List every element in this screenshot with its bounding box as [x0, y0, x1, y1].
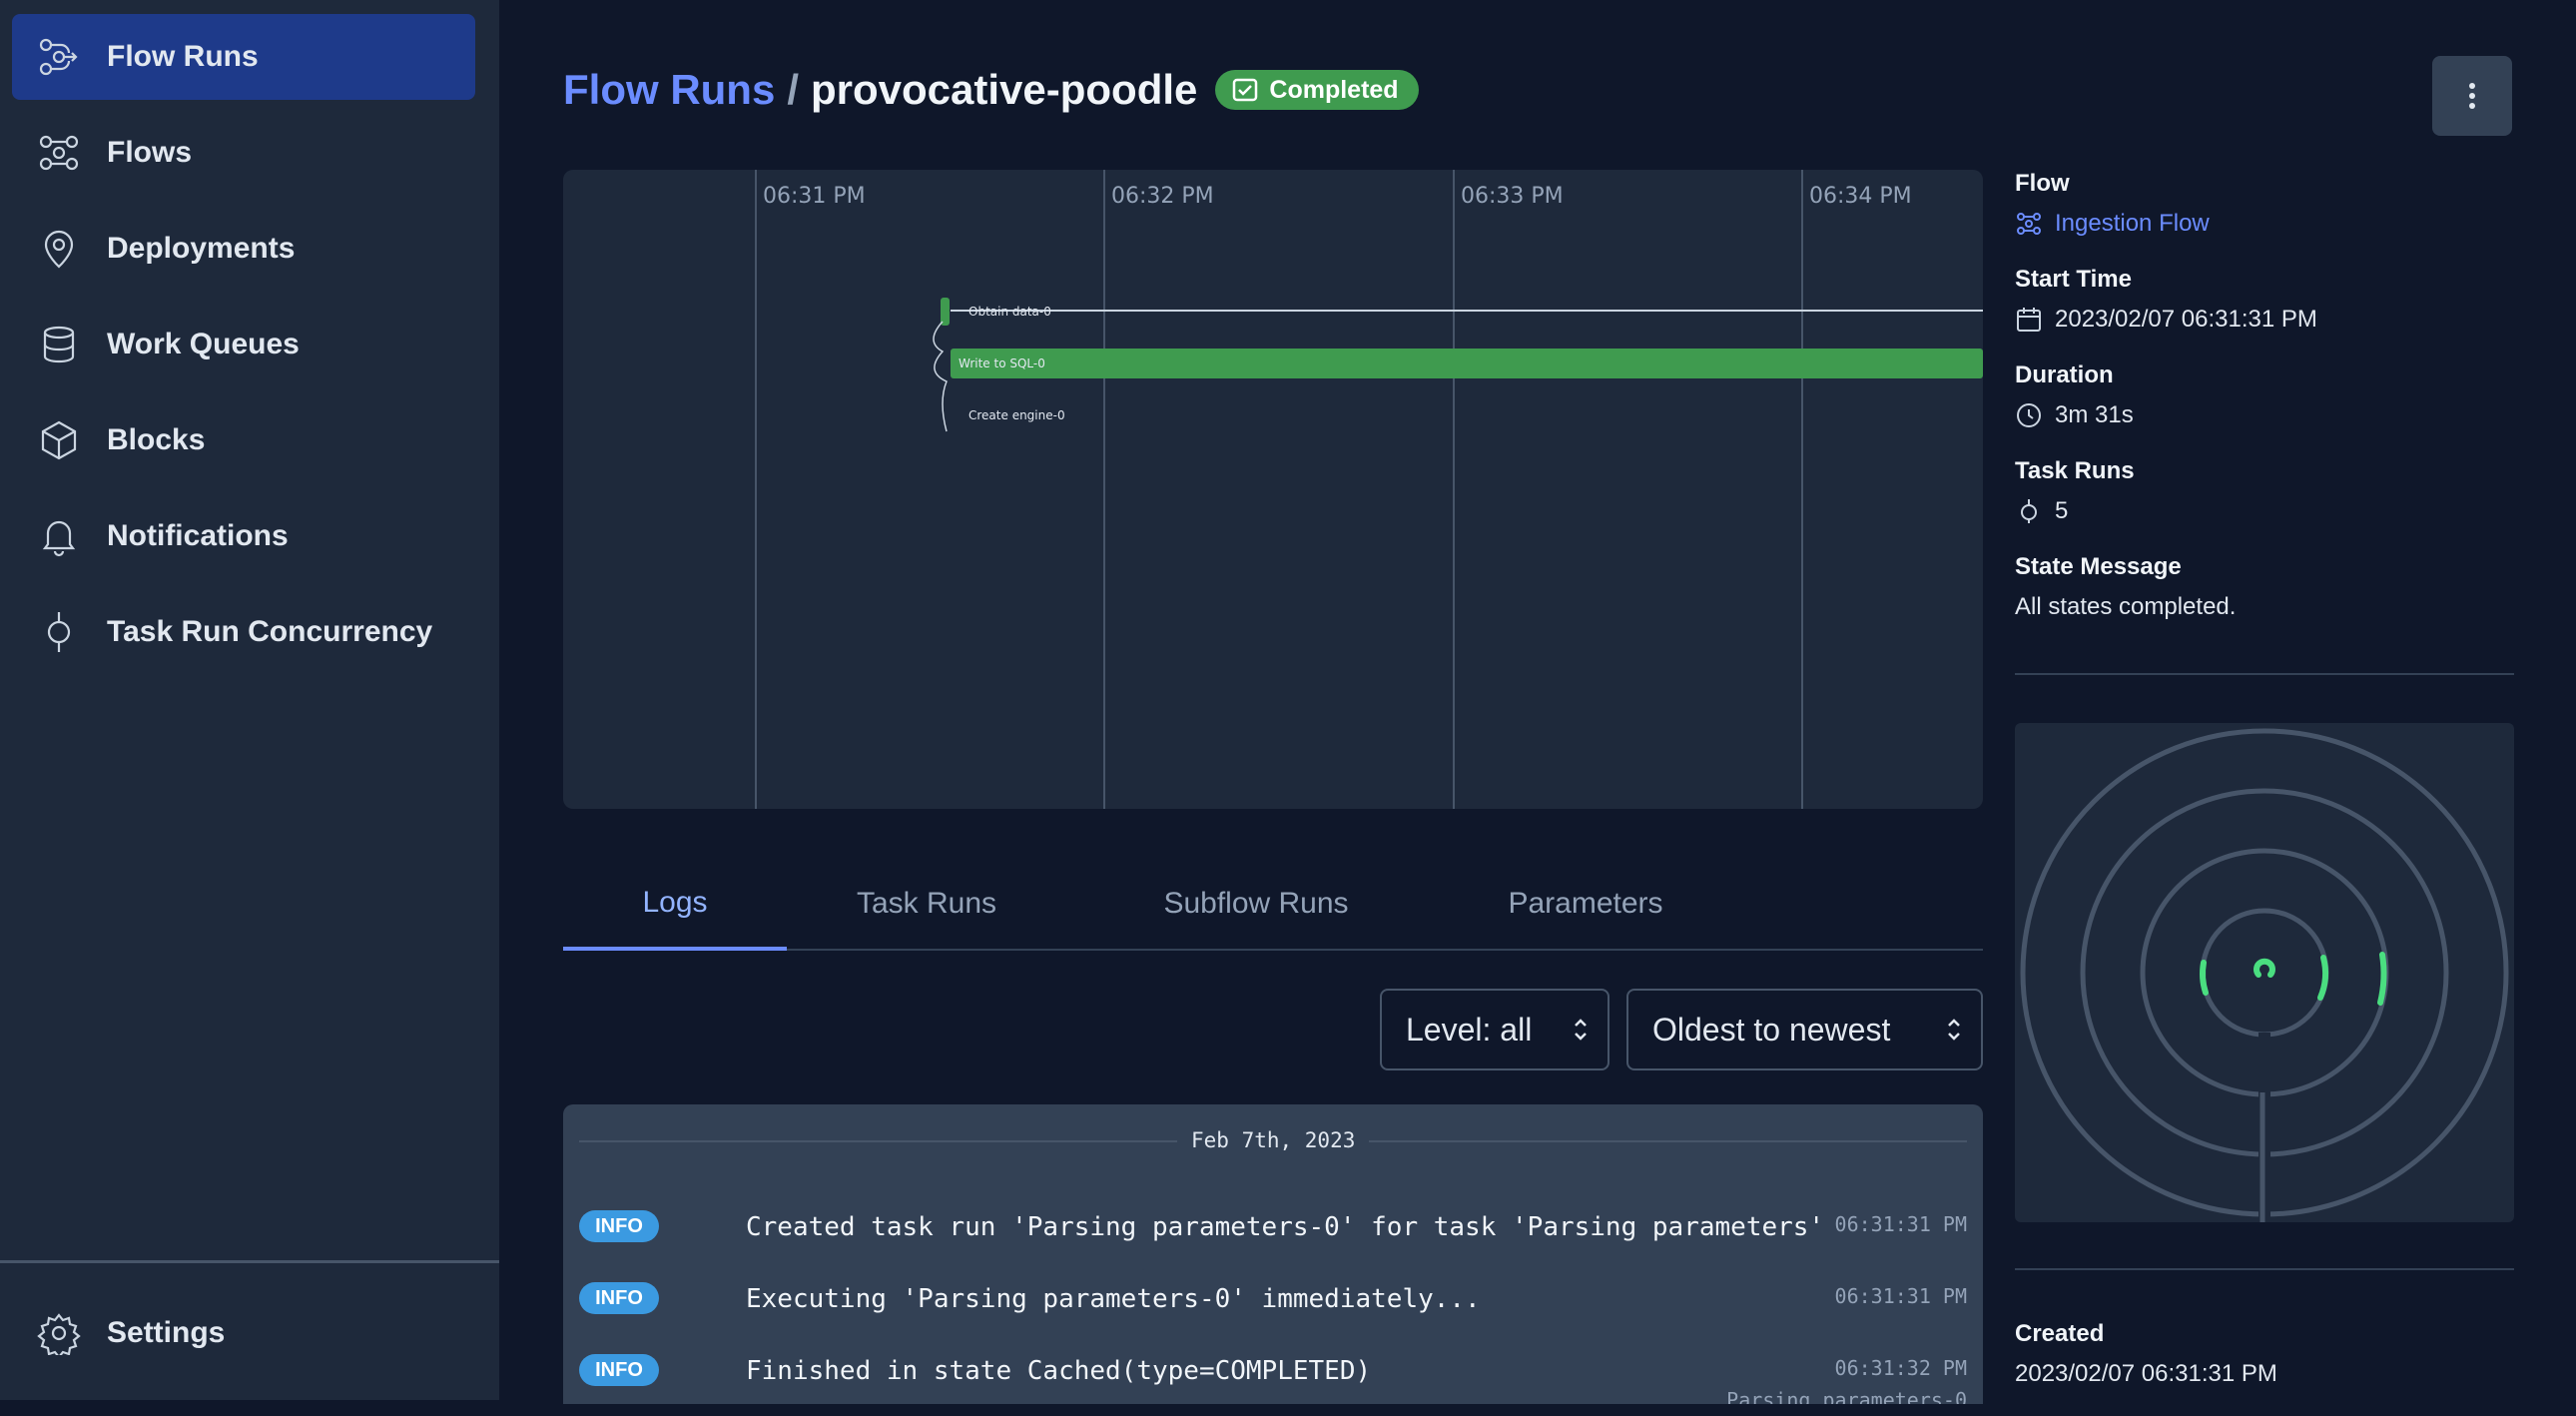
- log-time: 06:31:32 PM: [1834, 1356, 1967, 1380]
- sidebar-item-blocks[interactable]: Blocks: [12, 397, 475, 483]
- status-badge: Completed: [1215, 70, 1419, 110]
- more-vertical-icon: [2469, 83, 2475, 109]
- created-value: 2023/02/07 06:31:31 PM: [2015, 1360, 2277, 1387]
- state-message-value: All states completed.: [2015, 593, 2237, 620]
- timeline-tick: 06:32 PM: [1111, 184, 1214, 209]
- task-runs-value: 5: [2015, 497, 2514, 525]
- log-message: Created task run 'Parsing parameters-0' …: [746, 1212, 1825, 1242]
- breadcrumb-separator: /: [787, 66, 799, 113]
- duration-label: Duration: [2015, 361, 2114, 388]
- sidebar-item-flow-runs[interactable]: Flow Runs: [12, 14, 475, 100]
- start-time-label: Start Time: [2015, 266, 2132, 293]
- start-time-text: 2023/02/07 06:31:31 PM: [2055, 306, 2317, 333]
- task-label: Create engine-0: [968, 408, 1065, 422]
- run-details-panel: Flow Ingestion Flow Start Time 2023/02/0…: [2015, 170, 2514, 649]
- flows-icon: [2017, 213, 2041, 235]
- level-select-value: Level: all: [1406, 1011, 1533, 1048]
- sidebar-item-label: Deployments: [107, 232, 296, 265]
- gear-icon: [37, 1311, 81, 1355]
- log-row: INFO Finished in state Cached(type=COMPL…: [579, 1346, 1967, 1404]
- created-section: Created 2023/02/07 06:31:31 PM: [2015, 1320, 2514, 1416]
- log-level-badge: INFO: [579, 1282, 659, 1314]
- log-row: INFO Created task run 'Parsing parameter…: [579, 1202, 1967, 1262]
- level-select[interactable]: Level: all: [1380, 989, 1610, 1070]
- calendar-icon: [2017, 308, 2041, 332]
- sort-select[interactable]: Oldest to newest: [1626, 989, 1983, 1070]
- sidebar-item-flows[interactable]: Flows: [12, 110, 475, 196]
- timeline-tick: 06:31 PM: [763, 184, 866, 209]
- log-message: Finished in state Cached(type=COMPLETED): [746, 1356, 1372, 1386]
- log-task-name: Parsing parameters-0: [1726, 1388, 1967, 1404]
- sidebar-divider: [0, 1260, 499, 1263]
- flow-name[interactable]: Ingestion Flow: [2055, 210, 2210, 238]
- log-date-label: Feb 7th, 2023: [1177, 1128, 1370, 1152]
- settings-label: Settings: [107, 1316, 226, 1349]
- sidebar-item-label: Notifications: [107, 519, 289, 552]
- task-runs-count: 5: [2055, 497, 2069, 524]
- sort-select-value: Oldest to newest: [1652, 1011, 1891, 1048]
- bell-icon: [37, 514, 81, 558]
- sidebar-item-label: Flow Runs: [107, 40, 259, 73]
- sidebar-item-label: Blocks: [107, 423, 206, 456]
- sidebar-item-settings[interactable]: Settings: [12, 1290, 475, 1376]
- status-badge-label: Completed: [1269, 75, 1399, 104]
- start-time-value: 2023/02/07 06:31:31 PM: [2015, 306, 2514, 334]
- duration-value: 3m 31s: [2015, 401, 2514, 429]
- log-row: INFO Executing 'Parsing parameters-0' im…: [579, 1274, 1967, 1334]
- tab-subflow-runs[interactable]: Subflow Runs: [1146, 859, 1366, 949]
- breadcrumb-flow-runs-link[interactable]: Flow Runs: [563, 66, 775, 114]
- flows-icon: [37, 131, 81, 175]
- log-time: 06:31:31 PM: [1834, 1212, 1967, 1236]
- flow-link[interactable]: Ingestion Flow: [2015, 210, 2514, 238]
- deployments-icon: [37, 227, 81, 271]
- flow-run-timeline[interactable]: 06:31 PM 06:32 PM 06:33 PM 06:34 PM Obta…: [563, 170, 1983, 809]
- task-bar-write-to-sql: [951, 349, 1983, 378]
- work-queues-icon: [37, 323, 81, 366]
- tab-logs[interactable]: Logs: [563, 859, 787, 951]
- log-message: Executing 'Parsing parameters-0' immedia…: [746, 1284, 1481, 1314]
- page-title: provocative-poodle: [811, 66, 1198, 113]
- chevron-updown-icon: [1948, 1019, 1960, 1041]
- radar-visualization[interactable]: [2015, 723, 2514, 1222]
- sidebar: Flow Runs Flows Deployments Work Queues …: [0, 0, 499, 1400]
- tab-parameters[interactable]: Parameters: [1496, 859, 1675, 949]
- log-level-badge: INFO: [579, 1210, 659, 1242]
- chevron-updown-icon: [1575, 1019, 1587, 1041]
- sidebar-item-label: Work Queues: [107, 328, 300, 360]
- sidebar-item-label: Flows: [107, 136, 193, 169]
- details-divider: [2015, 1268, 2514, 1270]
- tab-task-runs[interactable]: Task Runs: [837, 859, 1016, 949]
- clock-icon: [2017, 403, 2041, 427]
- breadcrumb: Flow Runs / provocative-poodle Completed: [563, 66, 1419, 114]
- state-message-label: State Message: [2015, 553, 2182, 580]
- duration-text: 3m 31s: [2055, 401, 2134, 428]
- sidebar-item-deployments[interactable]: Deployments: [12, 206, 475, 292]
- details-divider: [2015, 673, 2514, 675]
- task-label: Write to SQL-0: [959, 356, 1045, 370]
- flow-runs-icon: [37, 35, 81, 79]
- log-level-badge: INFO: [579, 1354, 659, 1386]
- sidebar-item-work-queues[interactable]: Work Queues: [12, 302, 475, 387]
- sidebar-item-label: Task Run Concurrency: [107, 615, 433, 648]
- sidebar-item-notifications[interactable]: Notifications: [12, 493, 475, 579]
- created-label: Created: [2015, 1320, 2105, 1347]
- timeline-tick: 06:33 PM: [1461, 184, 1564, 209]
- task-run-icon: [2021, 499, 2037, 523]
- task-runs-label: Task Runs: [2015, 457, 2135, 484]
- check-square-icon: [1233, 78, 1258, 102]
- log-list: Feb 7th, 2023 INFO Created task run 'Par…: [563, 1104, 1983, 1404]
- task-label: Obtain data-0: [968, 305, 1051, 319]
- run-tabs: Logs Task Runs Subflow Runs Parameters: [563, 859, 1983, 951]
- concurrency-icon: [37, 610, 81, 654]
- flow-label: Flow: [2015, 170, 2070, 197]
- timeline-tick: 06:34 PM: [1809, 184, 1912, 209]
- log-time: 06:31:31 PM: [1834, 1284, 1967, 1308]
- blocks-icon: [37, 418, 81, 462]
- sidebar-item-task-run-concurrency[interactable]: Task Run Concurrency: [12, 589, 475, 675]
- more-options-button[interactable]: [2432, 56, 2512, 136]
